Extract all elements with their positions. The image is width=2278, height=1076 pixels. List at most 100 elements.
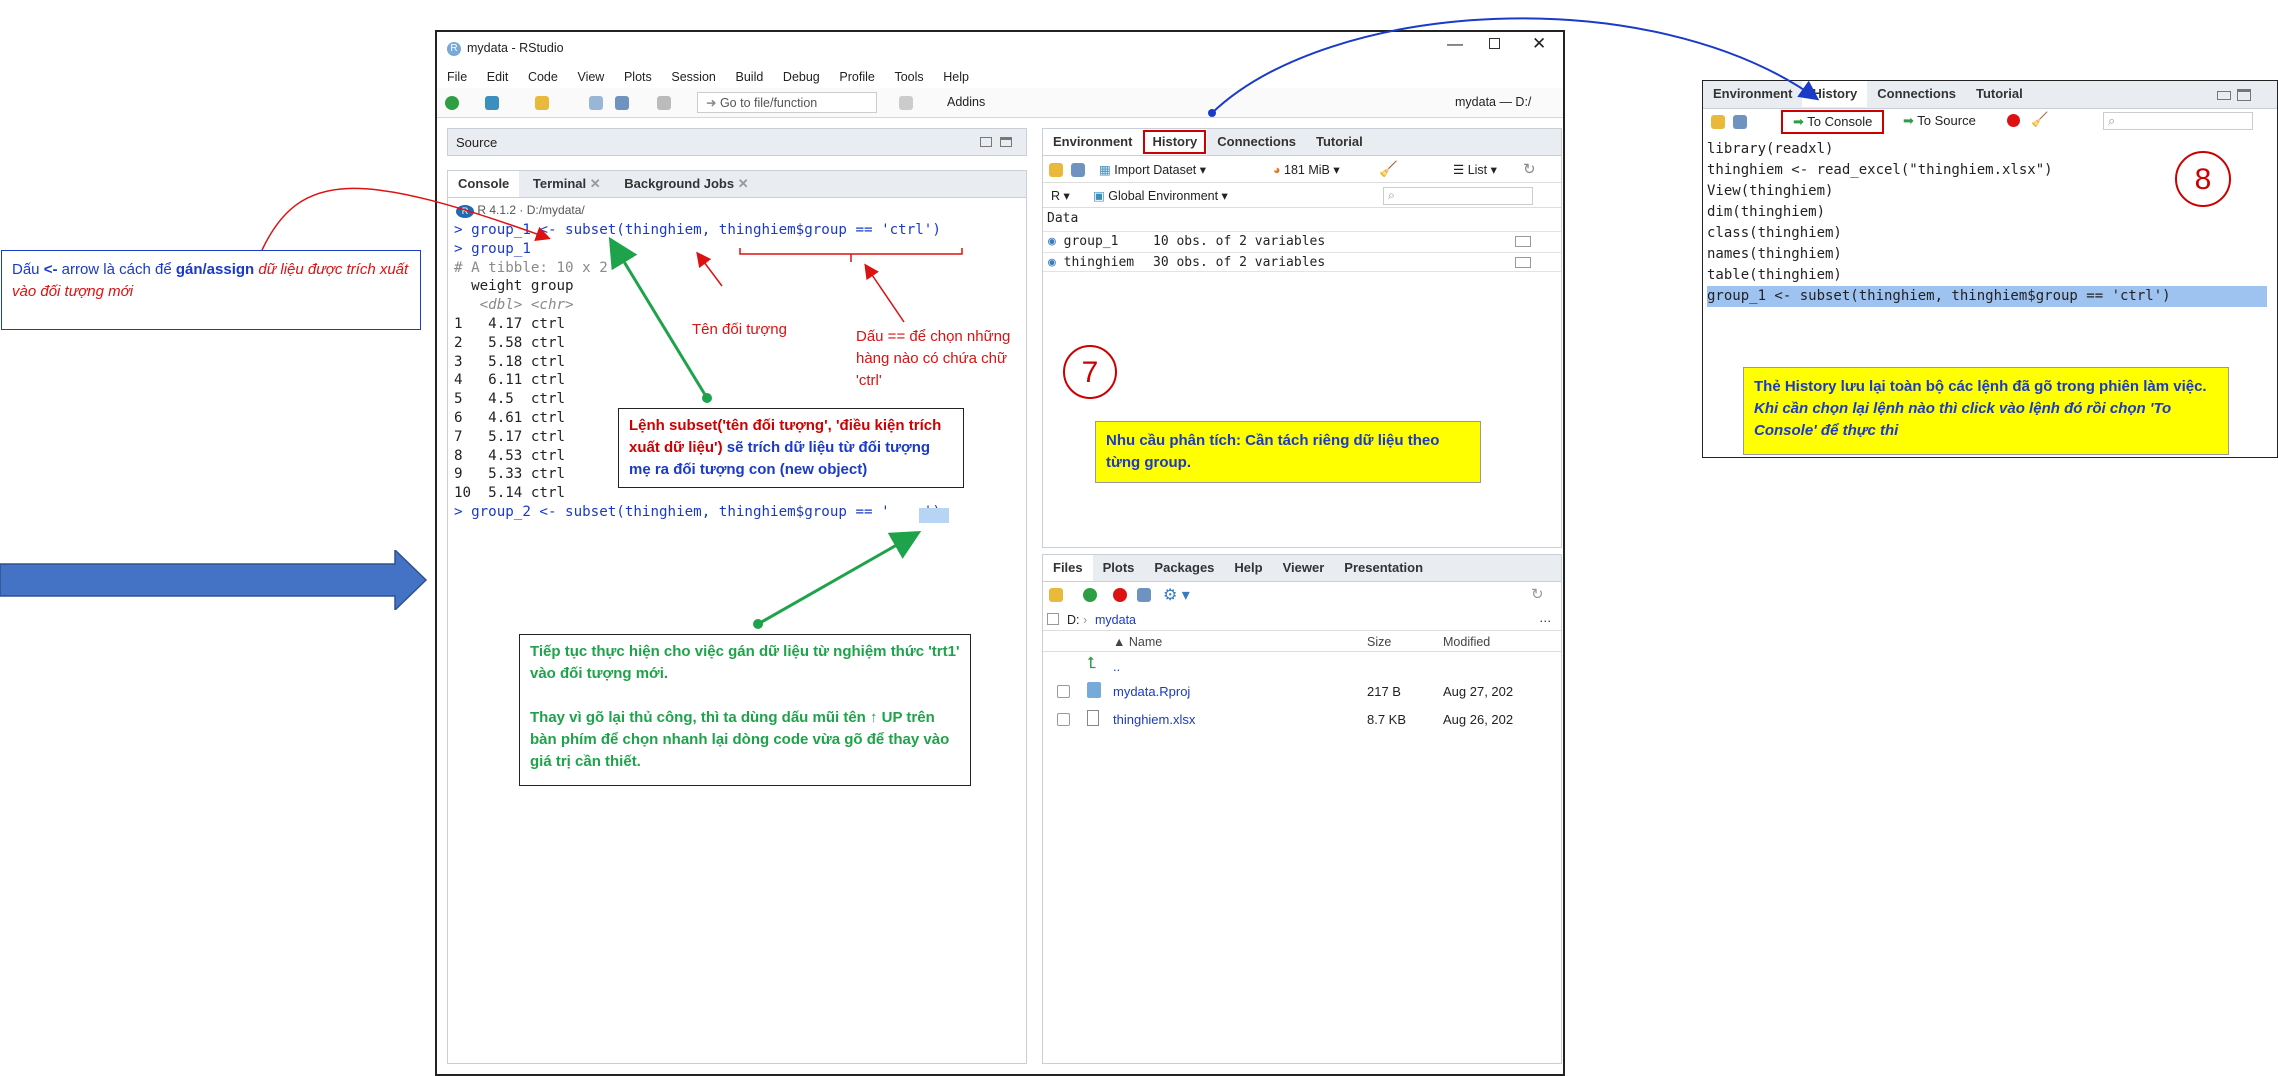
maximize-button[interactable] bbox=[1489, 38, 1500, 49]
menu-file[interactable]: File bbox=[447, 70, 467, 84]
new-file-icon[interactable] bbox=[445, 96, 459, 110]
file-checkbox[interactable] bbox=[1057, 685, 1070, 698]
grid-view-icon[interactable] bbox=[1515, 236, 1531, 247]
env-search-input[interactable]: ⌕ bbox=[1383, 187, 1533, 205]
expand-icon[interactable]: ◉ bbox=[1048, 255, 1056, 270]
history-entry-selected[interactable]: group_1 <- subset(thinghiem, thinghiem$g… bbox=[1707, 286, 2267, 307]
to-source-button[interactable]: ➡ To Source bbox=[1903, 113, 1976, 129]
tab-help[interactable]: Help bbox=[1224, 555, 1272, 581]
list-view-menu[interactable]: ☰ List ▾ bbox=[1453, 162, 1497, 177]
col-size[interactable]: Size bbox=[1367, 635, 1391, 649]
tab-files[interactable]: Files bbox=[1043, 555, 1093, 581]
menu-tools[interactable]: Tools bbox=[894, 70, 923, 84]
close-button[interactable]: ✕ bbox=[1532, 34, 1546, 54]
pane-maximize-icon[interactable] bbox=[1000, 137, 1012, 147]
to-console-button[interactable]: ➡ To Console bbox=[1781, 110, 1885, 134]
menu-plots[interactable]: Plots bbox=[624, 70, 652, 84]
env-row[interactable]: ◉ group_1 10 obs. of 2 variables bbox=[1043, 231, 1561, 251]
open-folder-icon[interactable] bbox=[535, 96, 549, 110]
file-checkbox[interactable] bbox=[1057, 713, 1070, 726]
delete-entry-icon[interactable] bbox=[2007, 114, 2020, 127]
expand-icon[interactable]: ◉ bbox=[1048, 234, 1056, 249]
print-icon[interactable] bbox=[657, 96, 671, 110]
tab-background-jobs[interactable]: Background Jobs ✕ bbox=[614, 171, 758, 197]
save-icon[interactable] bbox=[589, 96, 603, 110]
addins-menu[interactable]: Addins bbox=[947, 95, 985, 109]
menu-edit[interactable]: Edit bbox=[487, 70, 509, 84]
menu-view[interactable]: View bbox=[577, 70, 604, 84]
import-dataset-button[interactable]: ▦ Import Dataset ▾ bbox=[1099, 162, 1206, 177]
tab-plots[interactable]: Plots bbox=[1093, 555, 1145, 581]
refresh-icon[interactable]: ↻ bbox=[1523, 160, 1536, 178]
import-dataset-label: Import Dataset bbox=[1114, 163, 1197, 177]
project-menu[interactable]: mydata — D:/ bbox=[1455, 95, 1531, 109]
language-select[interactable]: R ▾ bbox=[1051, 188, 1070, 203]
add-file-icon[interactable] bbox=[1083, 588, 1097, 602]
broom-icon[interactable]: 🧹 bbox=[1379, 160, 1398, 178]
history-search-input[interactable]: ⌕ bbox=[2103, 112, 2253, 130]
pane-maximize-icon[interactable] bbox=[2237, 89, 2251, 101]
step-8-number: 8 bbox=[2194, 163, 2212, 196]
history-entry[interactable]: names(thinghiem) bbox=[1707, 244, 2267, 265]
path-dir[interactable]: mydata bbox=[1095, 613, 1136, 627]
tab-connections[interactable]: Connections bbox=[1867, 81, 1966, 107]
delete-icon[interactable] bbox=[1113, 588, 1127, 602]
memory-usage[interactable]: ◕ 181 MiB ▾ bbox=[1273, 162, 1340, 177]
pane-restore-icon[interactable] bbox=[2217, 91, 2231, 100]
file-row[interactable]: mydata.Rproj 217 B Aug 27, 202 bbox=[1043, 679, 1561, 705]
grid-layout-icon[interactable] bbox=[899, 96, 913, 110]
file-row[interactable]: thinghiem.xlsx 8.7 KB Aug 26, 202 bbox=[1043, 707, 1561, 733]
save-icon[interactable] bbox=[1071, 163, 1085, 177]
tab-tutorial[interactable]: Tutorial bbox=[1966, 81, 2033, 107]
history-entry[interactable]: dim(thinghiem) bbox=[1707, 202, 2267, 223]
tab-tutorial[interactable]: Tutorial bbox=[1306, 129, 1373, 155]
tab-environment[interactable]: Environment bbox=[1043, 129, 1143, 155]
rename-icon[interactable] bbox=[1137, 588, 1151, 602]
history-entry[interactable]: table(thinghiem) bbox=[1707, 265, 2267, 286]
open-folder-icon[interactable] bbox=[1049, 163, 1063, 177]
select-all-checkbox[interactable] bbox=[1047, 613, 1059, 625]
menu-session[interactable]: Session bbox=[671, 70, 715, 84]
file-name[interactable]: thinghiem.xlsx bbox=[1113, 712, 1195, 727]
goto-file-input[interactable]: ➜ Go to file/function bbox=[697, 92, 877, 113]
save-all-icon[interactable] bbox=[615, 96, 629, 110]
close-tab-icon[interactable]: ✕ bbox=[590, 176, 601, 191]
grid-view-icon[interactable] bbox=[1515, 257, 1531, 268]
pane-restore-icon[interactable] bbox=[980, 137, 992, 147]
history-entry[interactable]: class(thinghiem) bbox=[1707, 223, 2267, 244]
minimize-button[interactable]: — bbox=[1447, 36, 1463, 54]
menu-build[interactable]: Build bbox=[736, 70, 764, 84]
tab-environment[interactable]: Environment bbox=[1703, 81, 1802, 107]
new-project-icon[interactable] bbox=[485, 96, 499, 110]
tab-history[interactable]: History bbox=[1802, 81, 1868, 107]
broom-icon[interactable]: 🧹 bbox=[2031, 111, 2048, 128]
refresh-icon[interactable]: ↻ bbox=[1531, 585, 1544, 603]
close-tab-icon[interactable]: ✕ bbox=[738, 176, 749, 191]
file-name[interactable]: mydata.Rproj bbox=[1113, 684, 1190, 699]
tab-presentation[interactable]: Presentation bbox=[1334, 555, 1433, 581]
tab-connections[interactable]: Connections bbox=[1207, 129, 1306, 155]
tab-console[interactable]: Console bbox=[448, 171, 520, 197]
scope-select[interactable]: ▣ Global Environment ▾ bbox=[1093, 188, 1228, 203]
col-name[interactable]: ▲ Name bbox=[1113, 635, 1162, 649]
col-modified[interactable]: Modified bbox=[1443, 635, 1490, 649]
open-folder-icon[interactable] bbox=[1711, 115, 1725, 129]
menu-code[interactable]: Code bbox=[528, 70, 558, 84]
env-row[interactable]: ◉ thinghiem 30 obs. of 2 variables bbox=[1043, 252, 1561, 272]
path-root[interactable]: D: bbox=[1067, 613, 1080, 627]
save-icon[interactable] bbox=[1733, 115, 1747, 129]
tab-history[interactable]: History bbox=[1142, 129, 1208, 155]
file-row[interactable]: ⮤ .. bbox=[1043, 655, 1561, 677]
new-folder-icon[interactable] bbox=[1049, 588, 1063, 602]
menu-debug[interactable]: Debug bbox=[783, 70, 820, 84]
tab-viewer[interactable]: Viewer bbox=[1273, 555, 1335, 581]
up-arrow-note-box: Tiếp tục thực hiện cho việc gán dữ liệu … bbox=[519, 634, 971, 786]
gear-icon[interactable]: ⚙ ▾ bbox=[1163, 585, 1190, 605]
menu-help[interactable]: Help bbox=[943, 70, 969, 84]
tab-packages[interactable]: Packages bbox=[1144, 555, 1224, 581]
file-name[interactable]: .. bbox=[1113, 659, 1120, 674]
more-icon[interactable]: … bbox=[1539, 611, 1552, 625]
tab-terminal[interactable]: Terminal ✕ bbox=[523, 171, 611, 197]
menu-profile[interactable]: Profile bbox=[839, 70, 874, 84]
history-entry[interactable]: library(readxl) bbox=[1707, 139, 2267, 160]
